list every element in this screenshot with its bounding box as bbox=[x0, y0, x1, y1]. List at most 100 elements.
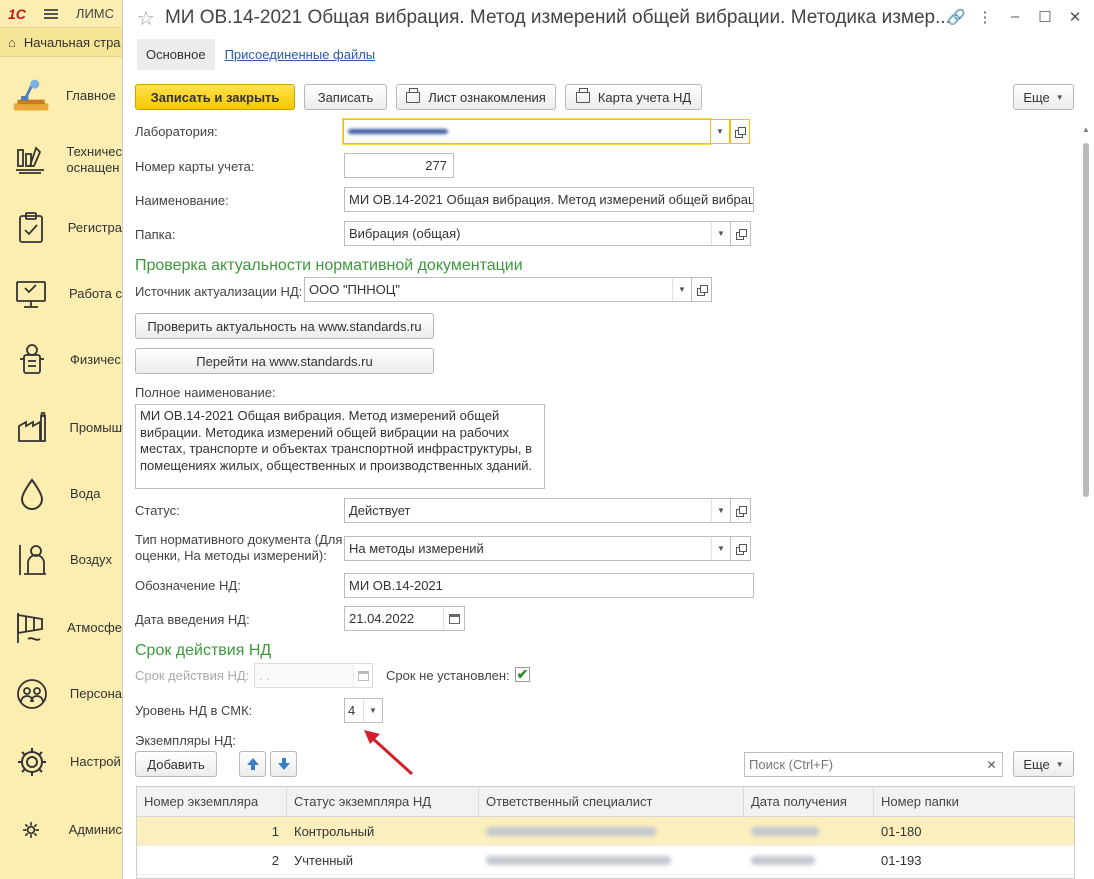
table-more-button[interactable]: Еще ▼ bbox=[1013, 751, 1074, 777]
cell-date-redacted bbox=[744, 846, 874, 874]
source-dropdown[interactable]: ▼ bbox=[672, 277, 692, 302]
clipboard-icon bbox=[12, 208, 50, 248]
column-header-folder[interactable]: Номер папки bbox=[874, 787, 1074, 816]
goto-standards-button[interactable]: Перейти на www.standards.ru bbox=[135, 348, 434, 374]
tab-attached-files[interactable]: Присоединенные файлы bbox=[225, 47, 376, 62]
source-field[interactable]: ООО "ПННОЦ" bbox=[304, 277, 673, 302]
chevron-down-icon: ▼ bbox=[1055, 759, 1064, 769]
cell-status: Учтенный bbox=[294, 852, 354, 868]
copies-table: Номер экземпляра Статус экземпляра НД От… bbox=[136, 786, 1075, 879]
folder-dropdown[interactable]: ▼ bbox=[711, 221, 731, 246]
minimize-icon[interactable]: – bbox=[1007, 8, 1023, 26]
save-and-close-button[interactable]: Записать и закрыть bbox=[135, 84, 295, 110]
column-header-status[interactable]: Статус экземпляра НД bbox=[287, 787, 479, 816]
no-term-label: Срок не установлен: bbox=[386, 668, 510, 683]
card-number-field[interactable]: 277 bbox=[344, 153, 454, 178]
sidebar-item-technical[interactable]: Техничес оснащен bbox=[0, 130, 122, 190]
status-open[interactable] bbox=[731, 498, 751, 523]
folder-field[interactable]: Вибрация (общая) bbox=[344, 221, 712, 246]
folder-open[interactable] bbox=[731, 221, 751, 246]
chevron-down-icon: ▼ bbox=[1055, 92, 1064, 102]
scroll-up-icon[interactable]: ▲ bbox=[1082, 125, 1090, 134]
sidebar-item-admin[interactable]: Админис bbox=[0, 800, 122, 860]
gear-icon bbox=[12, 742, 52, 782]
search-input[interactable] bbox=[744, 752, 982, 777]
column-header-date[interactable]: Дата получения bbox=[744, 787, 874, 816]
sidebar-item-water[interactable]: Вода bbox=[0, 464, 122, 524]
sidebar-item-industrial[interactable]: Промыш bbox=[0, 398, 122, 458]
laboratory-dropdown[interactable]: ▼ bbox=[710, 119, 730, 144]
smk-level-field[interactable]: 4 bbox=[344, 698, 364, 723]
intro-date-label: Дата введения НД: bbox=[135, 612, 250, 627]
familiarization-sheet-button[interactable]: Лист ознакомления bbox=[396, 84, 556, 110]
window-titlebar: ☆ МИ ОВ.14-2021 Общая вибрация. Метод из… bbox=[123, 0, 1093, 36]
status-dropdown[interactable]: ▼ bbox=[711, 498, 731, 523]
account-card-button[interactable]: Карта учета НД bbox=[565, 84, 702, 110]
device-icon bbox=[12, 340, 52, 380]
small-gear-icon bbox=[12, 810, 51, 850]
cell-date-redacted bbox=[744, 817, 874, 845]
relevance-section-title: Проверка актуальности нормативной докуме… bbox=[135, 257, 523, 274]
menu-icon[interactable] bbox=[43, 8, 58, 19]
check-relevance-button[interactable]: Проверить актуальность на www.standards.… bbox=[135, 313, 434, 339]
full-name-textarea[interactable]: МИ ОВ.14-2021 Общая вибрация. Метод изме… bbox=[135, 404, 545, 489]
move-down-button[interactable] bbox=[270, 751, 297, 777]
designation-field[interactable]: МИ ОВ.14-2021 bbox=[344, 573, 754, 598]
window-controls: 🔗 ⋮ – ☐ ✕ bbox=[947, 8, 1083, 26]
laboratory-open[interactable] bbox=[730, 119, 750, 144]
cell-number: 1 bbox=[271, 823, 279, 839]
intro-date-field[interactable]: 21.04.2022 bbox=[344, 606, 444, 631]
lab-lamp-icon bbox=[12, 76, 52, 116]
search-clear-button[interactable]: ✕ bbox=[981, 752, 1003, 777]
sidebar-item-main[interactable]: Главное bbox=[0, 66, 122, 126]
sidebar-item-air[interactable]: Воздух bbox=[0, 530, 122, 590]
column-header-specialist[interactable]: Ответственный специалист bbox=[479, 787, 744, 816]
sidebar-item-registration[interactable]: Регистра bbox=[0, 198, 122, 258]
air-icon bbox=[12, 540, 52, 580]
more-label: Еще bbox=[1023, 89, 1050, 105]
home-tab[interactable]: ⌂ Начальная стра bbox=[0, 29, 122, 57]
sidebar-item-physical[interactable]: Физичес bbox=[0, 330, 122, 390]
intro-date-calendar[interactable] bbox=[443, 606, 465, 631]
designation-label: Обозначение НД: bbox=[135, 578, 241, 593]
save-button[interactable]: Записать bbox=[304, 84, 387, 110]
maximize-icon[interactable]: ☐ bbox=[1037, 8, 1053, 26]
sidebar-item-work[interactable]: Работа с bbox=[0, 264, 122, 324]
sidebar-item-personnel[interactable]: Персона bbox=[0, 664, 122, 724]
cell-specialist-redacted bbox=[479, 817, 744, 845]
name-field[interactable]: МИ ОВ.14-2021 Общая вибрация. Метод изме… bbox=[344, 187, 754, 212]
table-row[interactable]: 1 Контрольный 01-180 bbox=[137, 817, 1074, 846]
laboratory-field[interactable] bbox=[343, 119, 711, 144]
column-header-number[interactable]: Номер экземпляра bbox=[137, 787, 287, 816]
more-button[interactable]: Еще ▼ bbox=[1013, 84, 1074, 110]
table-row[interactable]: 2 Учтенный 01-193 bbox=[137, 846, 1074, 875]
source-open[interactable] bbox=[692, 277, 712, 302]
vertical-scrollbar[interactable]: ▲ bbox=[1081, 125, 1091, 875]
smk-level-dropdown[interactable]: ▼ bbox=[363, 698, 383, 723]
doc-type-open[interactable] bbox=[731, 536, 751, 561]
sidebar-item-settings[interactable]: Настрой bbox=[0, 732, 122, 792]
app-title: ЛИМС bbox=[75, 6, 114, 21]
close-icon[interactable]: ✕ bbox=[1067, 8, 1083, 26]
sidebar-item-atmosphere[interactable]: Атмосфе bbox=[0, 598, 122, 658]
calendar-icon bbox=[448, 613, 460, 624]
no-term-checkbox[interactable]: ✔ bbox=[515, 666, 530, 682]
status-field[interactable]: Действует bbox=[344, 498, 712, 523]
table-header: Номер экземпляра Статус экземпляра НД От… bbox=[137, 787, 1074, 817]
add-button[interactable]: Добавить bbox=[135, 751, 217, 777]
doc-type-field[interactable]: На методы измерений bbox=[344, 536, 712, 561]
table-more-label: Еще bbox=[1023, 756, 1050, 772]
move-up-button[interactable] bbox=[239, 751, 266, 777]
tab-main[interactable]: Основное bbox=[137, 38, 215, 70]
document-window: ☆ МИ ОВ.14-2021 Общая вибрация. Метод из… bbox=[122, 0, 1094, 879]
more-vertical-icon[interactable]: ⋮ bbox=[977, 8, 993, 26]
window-title: МИ ОВ.14-2021 Общая вибрация. Метод изме… bbox=[164, 7, 951, 28]
sidebar-label: Воздух bbox=[70, 552, 113, 567]
scrollbar-thumb[interactable] bbox=[1083, 143, 1089, 497]
sidebar-label: Настрой bbox=[70, 754, 121, 769]
link-icon[interactable]: 🔗 bbox=[947, 8, 966, 26]
favorite-star-icon[interactable]: ☆ bbox=[137, 6, 155, 31]
account-card-label: Карта учета НД bbox=[597, 89, 692, 105]
home-tab-label: Начальная стра bbox=[23, 35, 121, 50]
doc-type-dropdown[interactable]: ▼ bbox=[711, 536, 731, 561]
